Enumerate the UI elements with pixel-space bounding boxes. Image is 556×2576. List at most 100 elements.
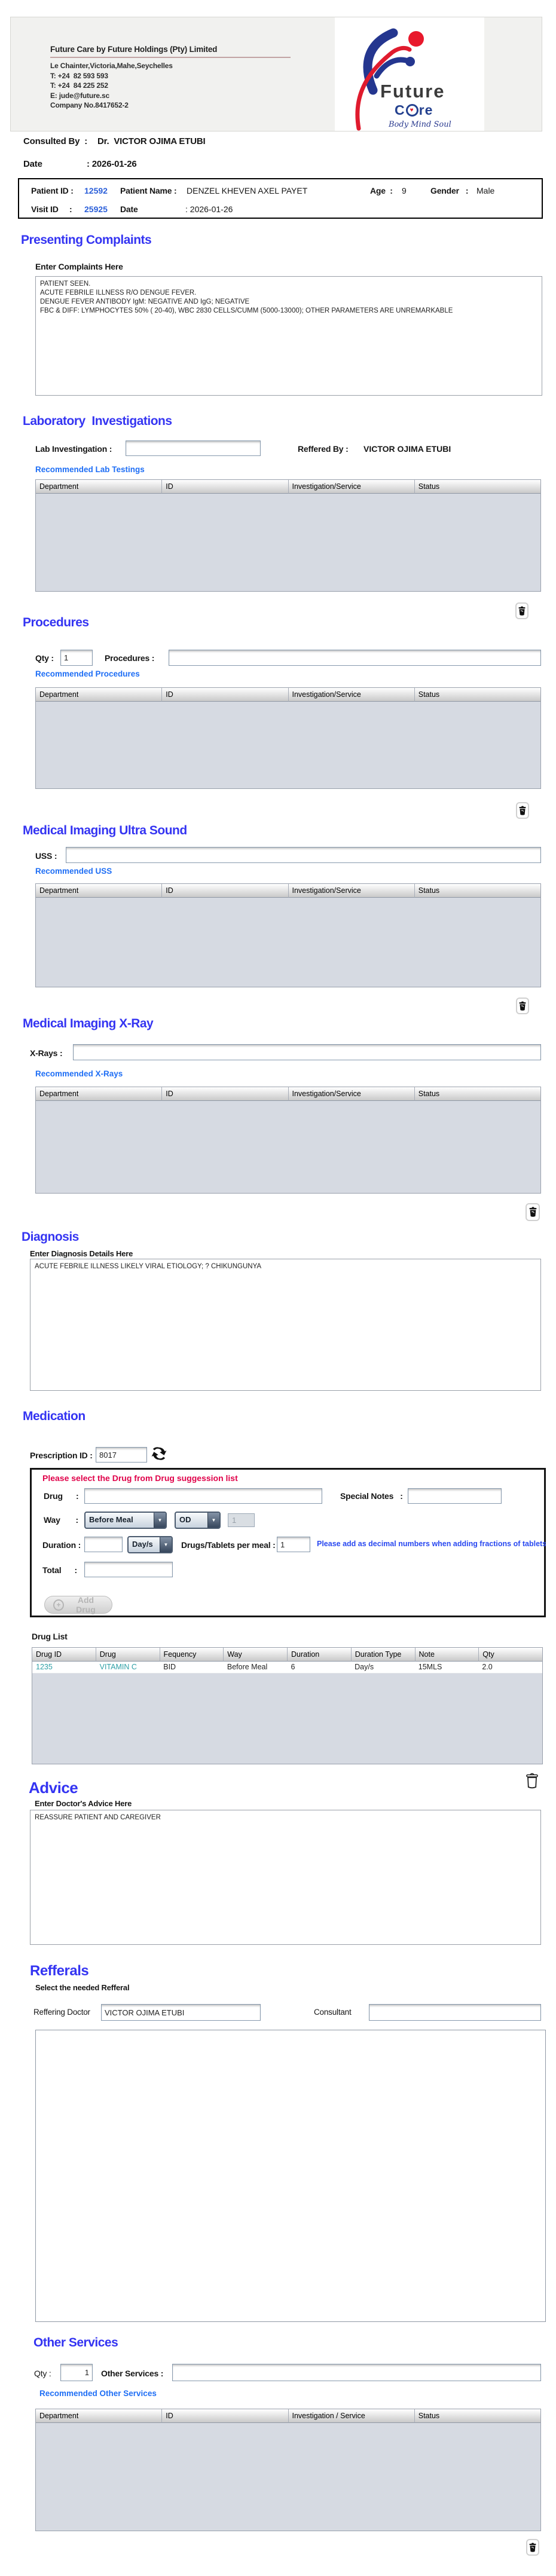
other-services-label: Other Services :: [101, 2369, 164, 2378]
special-notes-label: Special Notes :: [340, 1491, 403, 1501]
total-input[interactable]: [84, 1562, 173, 1577]
cell-note: 15MLS: [418, 1663, 442, 1671]
other-qty-label: Qty :: [34, 2369, 51, 2378]
trash-icon: [519, 1001, 526, 1011]
way-select-value: Before Meal: [89, 1515, 133, 1524]
cell-drug: VITAMIN C: [99, 1663, 137, 1671]
procedures-label: Procedures :: [105, 653, 155, 663]
company-email: E: jude@future.sc: [50, 91, 109, 100]
table-header-row: Drug ID Drug Fequency Way Duration Durat…: [32, 1648, 542, 1662]
visit-id-value: 25925: [84, 204, 108, 214]
laboratory-title: Laboratory Investigations: [23, 414, 172, 428]
company-title: Future Care by Future Holdings (Pty) Lim…: [50, 45, 218, 54]
trash-icon: [526, 1773, 538, 1788]
other-qty-input[interactable]: [60, 2364, 93, 2381]
logo-care-re: re: [418, 102, 433, 118]
diagnosis-textarea[interactable]: ACUTE FEBRILE ILLNESS LIKELY VIRAL ETIOL…: [30, 1259, 541, 1391]
patient-id-value: 12592: [84, 186, 108, 195]
col-department: Department: [36, 480, 163, 494]
visit-date-value: : 2026-01-26: [185, 204, 233, 214]
delete-other-services-button[interactable]: [526, 2539, 539, 2556]
advice-textarea[interactable]: REASSURE PATIENT AND CAREGIVER: [30, 1810, 541, 1945]
duration-input[interactable]: [84, 1537, 123, 1552]
prescription-id-input[interactable]: [96, 1447, 147, 1463]
ultrasound-title: Medical Imaging Ultra Sound: [23, 824, 187, 837]
xray-table[interactable]: Department ID Investigation/Service Stat…: [35, 1087, 541, 1194]
per-meal-input[interactable]: [277, 1537, 310, 1552]
logo-blue-dot: [405, 57, 415, 66]
patient-info-box: Patient ID : 12592 Patient Name : DENZEL…: [18, 178, 543, 219]
advice-title: Advice: [29, 1779, 78, 1797]
col-id: ID: [162, 2409, 289, 2423]
referred-by-label: Reffered By :: [298, 444, 349, 454]
refresh-icon: [151, 1447, 167, 1460]
col-status: Status: [414, 884, 540, 898]
lab-results-table[interactable]: Department ID Investigation/Service Stat…: [35, 479, 541, 592]
gender-label: Gender :: [430, 186, 469, 195]
referrals-list-box[interactable]: [35, 2030, 546, 2322]
drug-table-row[interactable]: 1235 VITAMIN C BID Before Meal 6 Day/s 1…: [32, 1662, 542, 1674]
delete-drug-button[interactable]: [524, 1772, 540, 1791]
col-id: ID: [162, 688, 289, 702]
special-notes-input[interactable]: [408, 1488, 502, 1504]
uss-table[interactable]: Department ID Investigation/Service Stat…: [35, 883, 541, 987]
chevron-down-icon: ▼: [154, 1513, 166, 1528]
trash-icon: [529, 1207, 536, 1217]
drug-input[interactable]: [84, 1488, 322, 1504]
referrals-title: Refferals: [30, 1963, 89, 1979]
duration-label: Duration :: [42, 1540, 81, 1550]
col-status: Status: [414, 2409, 540, 2423]
delete-procedures-button[interactable]: [516, 802, 529, 819]
delete-lab-button[interactable]: [515, 602, 528, 619]
cell-qty: 2.0: [482, 1663, 493, 1671]
procedures-input[interactable]: [169, 650, 541, 666]
way-select[interactable]: Before Meal ▼: [84, 1512, 167, 1529]
complaints-label: Enter Complaints Here: [35, 262, 123, 271]
uss-label: USS :: [35, 851, 57, 861]
recommended-xrays-label: Recommended X-Rays: [35, 1069, 123, 1078]
referring-doctor-input[interactable]: [101, 2004, 261, 2021]
medication-title: Medication: [23, 1409, 85, 1423]
other-services-input[interactable]: [172, 2364, 541, 2381]
table-header-row: Department ID Investigation/Service Stat…: [36, 688, 540, 702]
patient-id-label: Patient ID :: [31, 186, 74, 195]
drug-list-label: Drug List: [32, 1632, 68, 1641]
age-value: 9: [402, 186, 407, 195]
presenting-complaints-title: Presenting Complaints: [21, 233, 152, 247]
consultant-input[interactable]: [369, 2004, 541, 2021]
col-duration: Duration: [288, 1648, 352, 1662]
company-phone-1: T: +24 82 593 593: [50, 72, 108, 80]
lab-investigation-input[interactable]: [126, 440, 261, 456]
procedures-title: Procedures: [23, 616, 89, 629]
xrays-input[interactable]: [73, 1044, 541, 1060]
trash-icon: [519, 806, 526, 815]
chevron-down-icon: ▼: [207, 1513, 219, 1528]
patient-name-label: Patient Name :: [120, 186, 177, 195]
advice-label: Enter Doctor's Advice Here: [35, 1799, 132, 1808]
uss-input[interactable]: [66, 847, 541, 863]
other-services-table[interactable]: Department ID Investigation / Service St…: [35, 2409, 541, 2531]
col-duration-type: Duration Type: [351, 1648, 416, 1662]
col-investigation-service: Investigation/Service: [288, 480, 415, 494]
delete-uss-button[interactable]: [516, 998, 529, 1014]
col-status: Status: [414, 1087, 540, 1101]
procedures-table[interactable]: Department ID Investigation/Service Stat…: [35, 687, 541, 789]
heart-icon: ♥: [405, 104, 418, 117]
drug-list-table[interactable]: Drug ID Drug Fequency Way Duration Durat…: [32, 1647, 543, 1764]
logo-tagline: Body Mind Soul: [389, 120, 451, 129]
duration-type-select[interactable]: Day/s ▼: [127, 1536, 173, 1553]
complaints-textarea[interactable]: PATIENT SEEN. ACUTE FEBRILE ILLNESS R/O …: [35, 276, 542, 396]
add-drug-button[interactable]: + Add Drug: [44, 1595, 112, 1614]
procedures-qty-input[interactable]: [60, 650, 93, 666]
other-services-title: Other Services: [33, 2336, 118, 2349]
col-note: Note: [415, 1648, 479, 1662]
col-drug: Drug: [96, 1648, 160, 1662]
trash-icon: [529, 2543, 536, 2552]
refresh-prescription-button[interactable]: [151, 1445, 167, 1463]
delete-xray-button[interactable]: [526, 1203, 540, 1221]
col-drug-id: Drug ID: [32, 1648, 96, 1662]
referrals-subtitle: Select the needed Refferal: [35, 1983, 130, 1992]
logo-care-text: C ♥ re: [395, 102, 433, 118]
duration-type-value: Day/s: [132, 1540, 153, 1549]
frequency-select[interactable]: OD ▼: [175, 1512, 221, 1529]
